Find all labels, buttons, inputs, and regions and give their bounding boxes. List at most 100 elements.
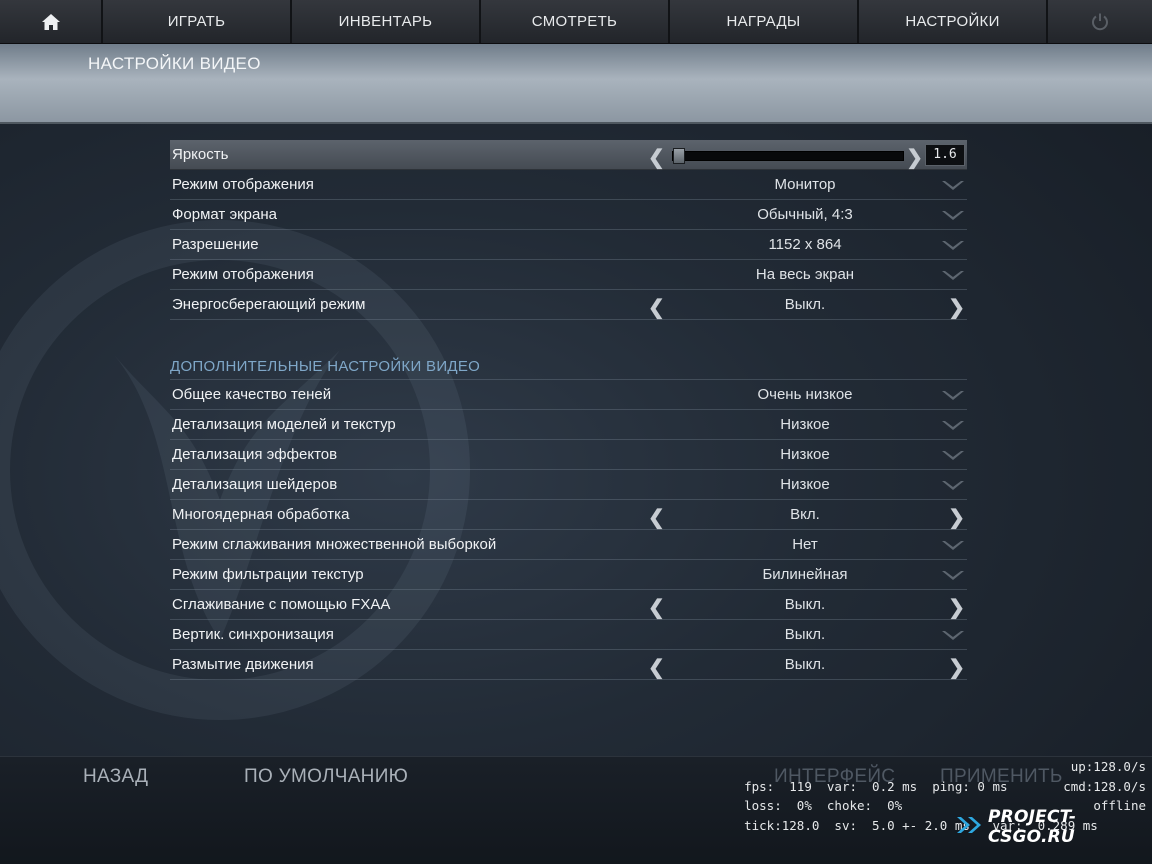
settings-row[interactable]: Разрешение 1152 x 864: [170, 230, 967, 260]
toggle-selector[interactable]: ❮ Выкл. ❯: [648, 650, 967, 680]
row-value: Низкое: [780, 446, 830, 463]
settings-row[interactable]: Детализация моделей и текстур Низкое: [170, 410, 967, 440]
chevron-down-icon[interactable]: [941, 419, 965, 436]
settings-row[interactable]: Общее качество теней Очень низкое: [170, 380, 967, 410]
row-value: Низкое: [780, 476, 830, 493]
row-label: Вертик. синхронизация: [172, 626, 334, 643]
row-label: Детализация моделей и текстур: [172, 416, 396, 433]
settings-row[interactable]: Энергосберегающий режим ❮ Выкл. ❯: [170, 290, 967, 320]
dropdown-select[interactable]: Очень низкое: [648, 380, 967, 410]
chevron-down-icon[interactable]: [941, 539, 965, 556]
dropdown-select[interactable]: Низкое: [648, 410, 967, 440]
row-value: Очень низкое: [757, 386, 853, 403]
page-title: НАСТРОЙКИ ВИДЕО: [88, 54, 261, 73]
row-value: Выкл.: [784, 656, 826, 673]
row-label: Формат экрана: [172, 206, 277, 223]
chevron-right-icon[interactable]: ❯: [948, 595, 965, 620]
section-title-advanced: ДОПОЛНИТЕЛЬНЫЕ НАСТРОЙКИ ВИДЕО: [170, 350, 967, 380]
nav-watch[interactable]: СМОТРЕТЬ: [481, 0, 670, 43]
net-graph-right: up:128.0/s: [1070, 759, 1146, 774]
chevron-down-icon[interactable]: [941, 179, 965, 196]
brightness-slider[interactable]: ❮ ❯ 1.6: [648, 140, 967, 170]
nav-settings[interactable]: НАСТРОЙКИ: [859, 0, 1048, 43]
site-watermark-text: PROJECT-CSGO.RU: [988, 807, 1077, 847]
row-label: Разрешение: [172, 236, 259, 253]
settings-row[interactable]: Размытие движения ❮ Выкл. ❯: [170, 650, 967, 680]
row-label: Режим отображения: [172, 266, 314, 283]
power-button[interactable]: [1048, 0, 1152, 43]
row-value: Выкл.: [784, 596, 826, 613]
toggle-selector[interactable]: ❮ Выкл. ❯: [648, 590, 967, 620]
net-graph-line: loss: 0% choke: 0% cmd:128.0/s: [714, 777, 1146, 814]
row-value: Низкое: [780, 416, 830, 433]
toggle-selector[interactable]: ❮ Выкл. ❯: [648, 290, 967, 320]
dropdown-select[interactable]: Низкое: [648, 470, 967, 500]
slider-thumb[interactable]: [673, 147, 685, 164]
dropdown-select[interactable]: Низкое: [648, 440, 967, 470]
settings-row[interactable]: Формат экрана Обычный, 4:3: [170, 200, 967, 230]
chevron-right-icon[interactable]: ❯: [948, 295, 965, 320]
row-label: Детализация эффектов: [172, 446, 338, 463]
chevron-down-icon[interactable]: [941, 629, 965, 646]
home-button[interactable]: [0, 0, 103, 43]
site-watermark: PROJECT-CSGO.RU: [956, 807, 1152, 847]
settings-row[interactable]: Вертик. синхронизация Выкл.: [170, 620, 967, 650]
settings-row[interactable]: Режим фильтрации текстур Билинейная: [170, 560, 967, 590]
row-value: Билинейная: [762, 566, 848, 583]
row-label: Режим отображения: [172, 176, 314, 193]
toggle-selector[interactable]: ❮ Вкл. ❯: [648, 500, 967, 530]
row-value: Монитор: [774, 176, 836, 193]
dropdown-select[interactable]: Монитор: [648, 170, 967, 200]
row-label: Энергосберегающий режим: [172, 296, 366, 313]
row-label: Многоядерная обработка: [172, 506, 350, 523]
row-value: 1152 x 864: [768, 236, 842, 253]
chevron-right-icon[interactable]: ❯: [948, 505, 965, 530]
slider-track[interactable]: [672, 147, 904, 164]
chevron-right-icon[interactable]: ❯: [948, 655, 965, 680]
video-settings-list: Яркость ❮ ❯ 1.6 Режим отображения Монитор…: [170, 140, 967, 680]
settings-row[interactable]: Сглаживание с помощью FXAA ❮ Выкл. ❯: [170, 590, 967, 620]
chevron-down-icon[interactable]: [941, 209, 965, 226]
row-value: Выкл.: [784, 626, 826, 643]
chevron-down-icon[interactable]: [941, 449, 965, 466]
row-value: На весь экран: [755, 266, 855, 283]
chevron-down-icon[interactable]: [941, 569, 965, 586]
settings-row[interactable]: Режим сглаживания множественной выборкой…: [170, 530, 967, 560]
row-label: Режим фильтрации текстур: [172, 566, 364, 583]
row-label: Режим сглаживания множественной выборкой: [172, 536, 497, 553]
settings-row-brightness[interactable]: Яркость ❮ ❯ 1.6: [170, 140, 967, 170]
dropdown-select[interactable]: Нет: [648, 530, 967, 560]
nav-play[interactable]: ИГРАТЬ: [103, 0, 292, 43]
nav-awards[interactable]: НАГРАДЫ: [670, 0, 859, 43]
settings-row[interactable]: Режим отображения На весь экран: [170, 260, 967, 290]
chevron-right-icon[interactable]: ❯: [906, 145, 923, 170]
dropdown-select[interactable]: Выкл.: [648, 620, 967, 650]
chevron-down-icon[interactable]: [941, 389, 965, 406]
default-button[interactable]: ПО УМОЛЧАНИЮ: [244, 766, 408, 788]
row-label: Сглаживание с помощью FXAA: [172, 596, 391, 613]
chevron-down-icon[interactable]: [941, 239, 965, 256]
power-icon: [1090, 12, 1110, 32]
net-graph-line: fps: 119 var: 0.2 ms ping: 0 ms up:128.0…: [714, 757, 1146, 794]
dropdown-select[interactable]: На весь экран: [648, 260, 967, 290]
slider-value[interactable]: 1.6: [925, 143, 965, 166]
chevron-down-icon[interactable]: [941, 269, 965, 286]
chevron-left-icon[interactable]: ❮: [648, 145, 665, 170]
dropdown-select[interactable]: 1152 x 864: [648, 230, 967, 260]
row-label: Яркость: [172, 146, 229, 163]
nav-inventory[interactable]: ИНВЕНТАРЬ: [292, 0, 481, 43]
settings-row[interactable]: Многоядерная обработка ❮ Вкл. ❯: [170, 500, 967, 530]
row-label: Детализация шейдеров: [172, 476, 338, 493]
dropdown-select[interactable]: Билинейная: [648, 560, 967, 590]
settings-row[interactable]: Детализация эффектов Низкое: [170, 440, 967, 470]
settings-row[interactable]: Детализация шейдеров Низкое: [170, 470, 967, 500]
chevron-down-icon[interactable]: [941, 479, 965, 496]
row-label: Размытие движения: [172, 656, 314, 673]
row-value: Нет: [792, 536, 818, 553]
back-button[interactable]: НАЗАД: [83, 766, 148, 788]
dropdown-select[interactable]: Обычный, 4:3: [648, 200, 967, 230]
row-value: Выкл.: [784, 296, 826, 313]
home-icon: [41, 13, 61, 31]
settings-row[interactable]: Режим отображения Монитор: [170, 170, 967, 200]
double-chevron-icon: [956, 815, 988, 840]
